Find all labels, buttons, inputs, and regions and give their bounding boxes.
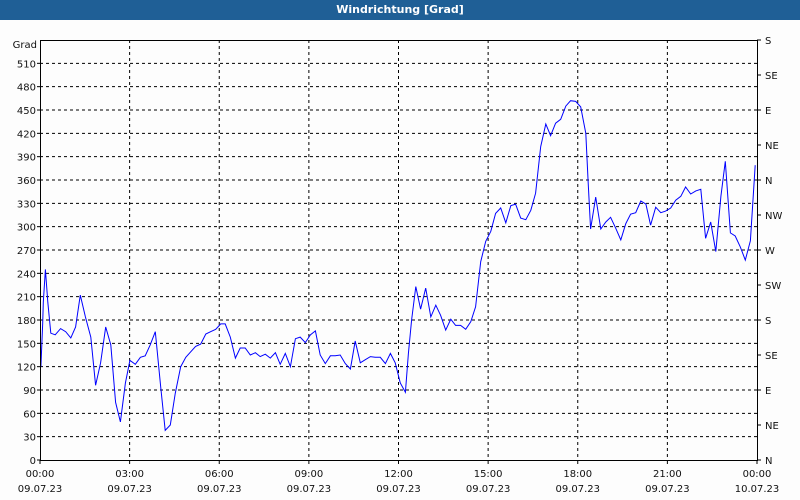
y-tick-label: 360 [17, 176, 36, 187]
y-tick-label: 240 [17, 269, 36, 280]
y-tick-label: 120 [17, 363, 36, 374]
y-tick-label: 420 [17, 129, 36, 140]
x-tick-time: 18:00 [563, 469, 592, 480]
y-tick-label: 90 [23, 386, 36, 397]
x-tick-date: 10.07.23 [735, 484, 780, 495]
x-tick-date: 09.07.23 [287, 484, 332, 495]
y-tick-label: 300 [17, 223, 36, 234]
y-tick-label: 210 [17, 293, 36, 304]
compass-label: SW [765, 281, 781, 292]
y-tick-label: 150 [17, 339, 36, 350]
compass-label: E [765, 106, 771, 117]
y-tick-label: 390 [17, 153, 36, 164]
y-axis-left: Grad 0 30 60 90 120 150 180 210 240 270 300 330 360 3… [13, 40, 40, 467]
y-tick-label: 450 [17, 106, 36, 117]
grid-lines [40, 40, 757, 460]
x-axis: 00:00 09.07.23 03:00 09.07.23 06:00 09.07.23 0… [18, 460, 780, 495]
x-tick-date: 09.07.23 [466, 484, 511, 495]
y-axis-right-compass: N NE E SE S SW W NW N NE E SE S [757, 36, 782, 467]
compass-label: NE [765, 141, 779, 152]
y-axis-label: Grad [13, 40, 37, 51]
compass-label: N [765, 176, 772, 187]
x-tick-date: 09.07.23 [555, 484, 600, 495]
x-tick-time: 03:00 [115, 469, 144, 480]
x-tick-date: 09.07.23 [197, 484, 242, 495]
x-tick-date: 09.07.23 [18, 484, 63, 495]
x-tick-time: 00:00 [743, 469, 772, 480]
compass-label: S [765, 316, 771, 327]
y-tick-label: 60 [23, 409, 36, 420]
compass-label: SE [765, 351, 778, 362]
compass-label: NW [765, 211, 782, 222]
x-tick-time: 09:00 [294, 469, 323, 480]
y-tick-label: 510 [17, 59, 36, 70]
compass-label: W [765, 246, 775, 257]
y-tick-label: 30 [23, 433, 36, 444]
compass-label: SE [765, 71, 778, 82]
y-tick-label: 480 [17, 83, 36, 94]
wind-direction-chart: Grad 0 30 60 90 120 150 180 210 240 270 300 330 360 3… [13, 36, 783, 495]
x-tick-time: 06:00 [205, 469, 234, 480]
y-tick-label: 0 [30, 456, 36, 467]
x-tick-date: 09.07.23 [376, 484, 421, 495]
x-tick-time: 15:00 [474, 469, 503, 480]
compass-label: E [765, 386, 771, 397]
x-tick-time: 12:00 [384, 469, 413, 480]
compass-label: NE [765, 421, 779, 432]
compass-label: N [765, 456, 772, 467]
x-tick-date: 09.07.23 [645, 484, 690, 495]
y-tick-label: 180 [17, 316, 36, 327]
y-tick-label: 270 [17, 246, 36, 257]
x-tick-date: 09.07.23 [107, 484, 152, 495]
x-tick-time: 21:00 [653, 469, 682, 480]
x-tick-time: 00:00 [26, 469, 55, 480]
y-tick-label: 330 [17, 199, 36, 210]
compass-label: S [765, 36, 771, 47]
